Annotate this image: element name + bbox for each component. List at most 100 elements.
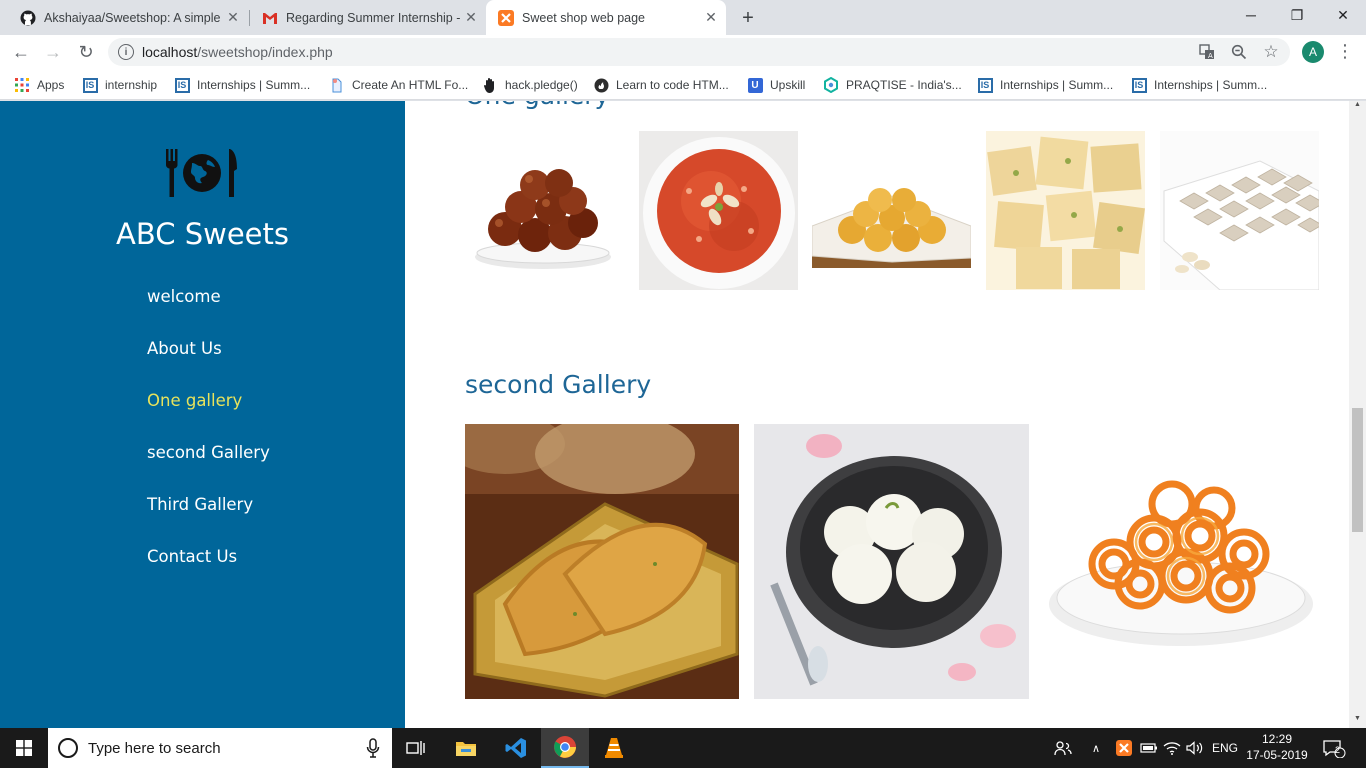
- bookmark-internship[interactable]: IS internship: [82, 75, 157, 95]
- scrollbar-thumb[interactable]: [1352, 408, 1363, 532]
- bookmark-apps[interactable]: Apps: [14, 75, 64, 95]
- scroll-up-icon[interactable]: ▲: [1353, 101, 1362, 109]
- praqtise-icon: [823, 77, 839, 93]
- scroll-down-icon[interactable]: ▼: [1353, 715, 1362, 723]
- hand-icon: [482, 77, 498, 93]
- cortana-icon: [58, 738, 78, 758]
- action-center-icon[interactable]: 2: [1322, 728, 1346, 768]
- tab-sweet-shop[interactable]: Sweet shop web page ✕: [486, 0, 726, 35]
- taskbar-search-placeholder: Type here to search: [88, 740, 221, 757]
- zoom-icon[interactable]: [1230, 43, 1248, 61]
- nav-about-us[interactable]: About Us: [147, 339, 270, 391]
- new-tab-icon[interactable]: +: [736, 6, 760, 30]
- input-language[interactable]: ENG: [1212, 728, 1238, 768]
- file-explorer-icon[interactable]: [442, 728, 490, 768]
- people-icon[interactable]: [1054, 728, 1072, 768]
- bookmark-praqtise[interactable]: PRAQTISE - India's...: [823, 75, 962, 95]
- close-tab-icon[interactable]: ✕: [702, 9, 720, 27]
- back-icon[interactable]: ←: [8, 39, 34, 65]
- bookmark-internships[interactable]: IS Internships | Summ...: [174, 75, 310, 95]
- gallery-image-jalebi[interactable]: [1044, 424, 1318, 699]
- gallery-image-kaju-katli[interactable]: [1160, 131, 1319, 290]
- gallery-image-gulab-jamun[interactable]: [465, 131, 624, 290]
- vscode-icon[interactable]: [492, 728, 540, 768]
- windows-start-icon[interactable]: [0, 728, 48, 768]
- windows-taskbar: Type here to search ∧ ENG 12:29 17-05-20…: [0, 728, 1366, 768]
- upskill-icon: U: [747, 77, 763, 93]
- nav-second-gallery[interactable]: second Gallery: [147, 443, 270, 495]
- show-hidden-icons-icon[interactable]: ∧: [1092, 728, 1100, 768]
- address-url: localhost/sweetshop/index.php: [142, 44, 333, 60]
- page-viewport: ABC Sweets welcome About Us One gallery …: [0, 101, 1366, 728]
- bookmark-create-html-form[interactable]: Create An HTML Fo...: [329, 75, 468, 95]
- taskbar-clock[interactable]: 12:29 17-05-2019: [1244, 731, 1310, 763]
- wifi-icon[interactable]: [1163, 728, 1181, 768]
- window-close-icon[interactable]: ✕: [1320, 0, 1366, 30]
- nav-third-gallery[interactable]: Third Gallery: [147, 495, 270, 547]
- reload-icon[interactable]: ↻: [73, 39, 99, 65]
- browser-toolbar: ← → ↻ i localhost/sweetshop/index.php A …: [0, 35, 1366, 69]
- site-nav: welcome About Us One gallery second Gall…: [147, 287, 270, 599]
- freecodecamp-icon: [593, 77, 609, 93]
- address-bar[interactable]: i localhost/sweetshop/index.php A ☆: [108, 38, 1290, 66]
- nav-welcome[interactable]: welcome: [147, 287, 270, 339]
- bookmark-star-icon[interactable]: ☆: [1262, 42, 1280, 61]
- chrome-menu-icon[interactable]: ⋮: [1336, 40, 1354, 64]
- gallery-image-soan-papdi[interactable]: [986, 131, 1145, 290]
- close-tab-icon[interactable]: ✕: [462, 9, 480, 27]
- second-gallery-title: second Gallery: [465, 370, 652, 399]
- bookmark-label: Upskill: [770, 78, 806, 92]
- bookmark-internships-3[interactable]: IS Internships | Summ...: [1131, 75, 1267, 95]
- vlc-icon[interactable]: [590, 728, 638, 768]
- task-view-icon[interactable]: [392, 728, 440, 768]
- gallery-image-rasgulla[interactable]: [754, 424, 1029, 699]
- bookmark-learn-to-code[interactable]: Learn to code HTM...: [593, 75, 729, 95]
- github-icon: [20, 10, 36, 26]
- translate-icon[interactable]: A: [1198, 43, 1216, 61]
- clock-date: 17-05-2019: [1246, 748, 1308, 762]
- internshala-icon: IS: [977, 77, 993, 93]
- internshala-icon: IS: [1131, 77, 1147, 93]
- close-tab-icon[interactable]: ✕: [224, 9, 242, 27]
- bookmark-label: Create An HTML Fo...: [352, 78, 469, 92]
- tab-title: Akshaiyaa/Sweetshop: A simple w: [44, 10, 224, 25]
- site-brand: ABC Sweets: [116, 217, 289, 251]
- bookmark-hack-pledge[interactable]: hack.pledge(): [482, 75, 578, 95]
- url-host: localhost: [142, 44, 198, 60]
- xampp-tray-icon[interactable]: [1116, 728, 1132, 768]
- site-info-icon[interactable]: i: [118, 44, 134, 60]
- tab-github[interactable]: Akshaiyaa/Sweetshop: A simple w ✕: [8, 0, 248, 35]
- gallery-image-besan-laddoo[interactable]: [812, 152, 971, 268]
- bookmarks-bar: Apps IS internship IS Internships | Summ…: [0, 69, 1366, 100]
- page-scrollbar[interactable]: ▲ ▼: [1349, 101, 1366, 728]
- minimize-icon[interactable]: ─: [1228, 0, 1274, 30]
- url-path: /sweetshop/index.php: [197, 44, 333, 60]
- bookmark-label: Internships | Summ...: [1000, 78, 1114, 92]
- microphone-icon[interactable]: [366, 738, 380, 758]
- bookmark-upskill[interactable]: U Upskill: [747, 75, 805, 95]
- chrome-taskbar-icon[interactable]: [541, 728, 589, 768]
- volume-icon[interactable]: [1186, 728, 1204, 768]
- restore-icon[interactable]: ❐: [1274, 0, 1320, 30]
- gallery-image-carrot-halwa[interactable]: [639, 131, 798, 290]
- bookmark-label: Learn to code HTM...: [616, 78, 729, 92]
- nav-contact-us[interactable]: Contact Us: [147, 547, 270, 599]
- gallery-image-gujiya[interactable]: [465, 424, 739, 699]
- bookmark-internships-2[interactable]: IS Internships | Summ...: [977, 75, 1113, 95]
- internshala-icon: IS: [82, 77, 98, 93]
- notification-count: 2: [1335, 745, 1341, 755]
- bookmark-label: Internships | Summ...: [1154, 78, 1268, 92]
- battery-icon[interactable]: [1140, 728, 1158, 768]
- bookmark-label: PRAQTISE - India's...: [846, 78, 962, 92]
- taskbar-search[interactable]: Type here to search: [48, 728, 392, 768]
- gmail-icon: [262, 10, 278, 26]
- tab-gmail[interactable]: Regarding Summer Internship - a ✕: [250, 0, 486, 35]
- page-icon: [329, 77, 345, 93]
- svg-text:A: A: [1208, 52, 1213, 60]
- one-gallery-title: One gallery: [465, 101, 609, 110]
- site-sidebar: ABC Sweets welcome About Us One gallery …: [0, 101, 405, 728]
- forward-icon[interactable]: →: [40, 39, 66, 65]
- tab-title: Sweet shop web page: [522, 10, 646, 25]
- profile-avatar[interactable]: A: [1302, 41, 1324, 63]
- nav-one-gallery[interactable]: One gallery: [147, 391, 270, 443]
